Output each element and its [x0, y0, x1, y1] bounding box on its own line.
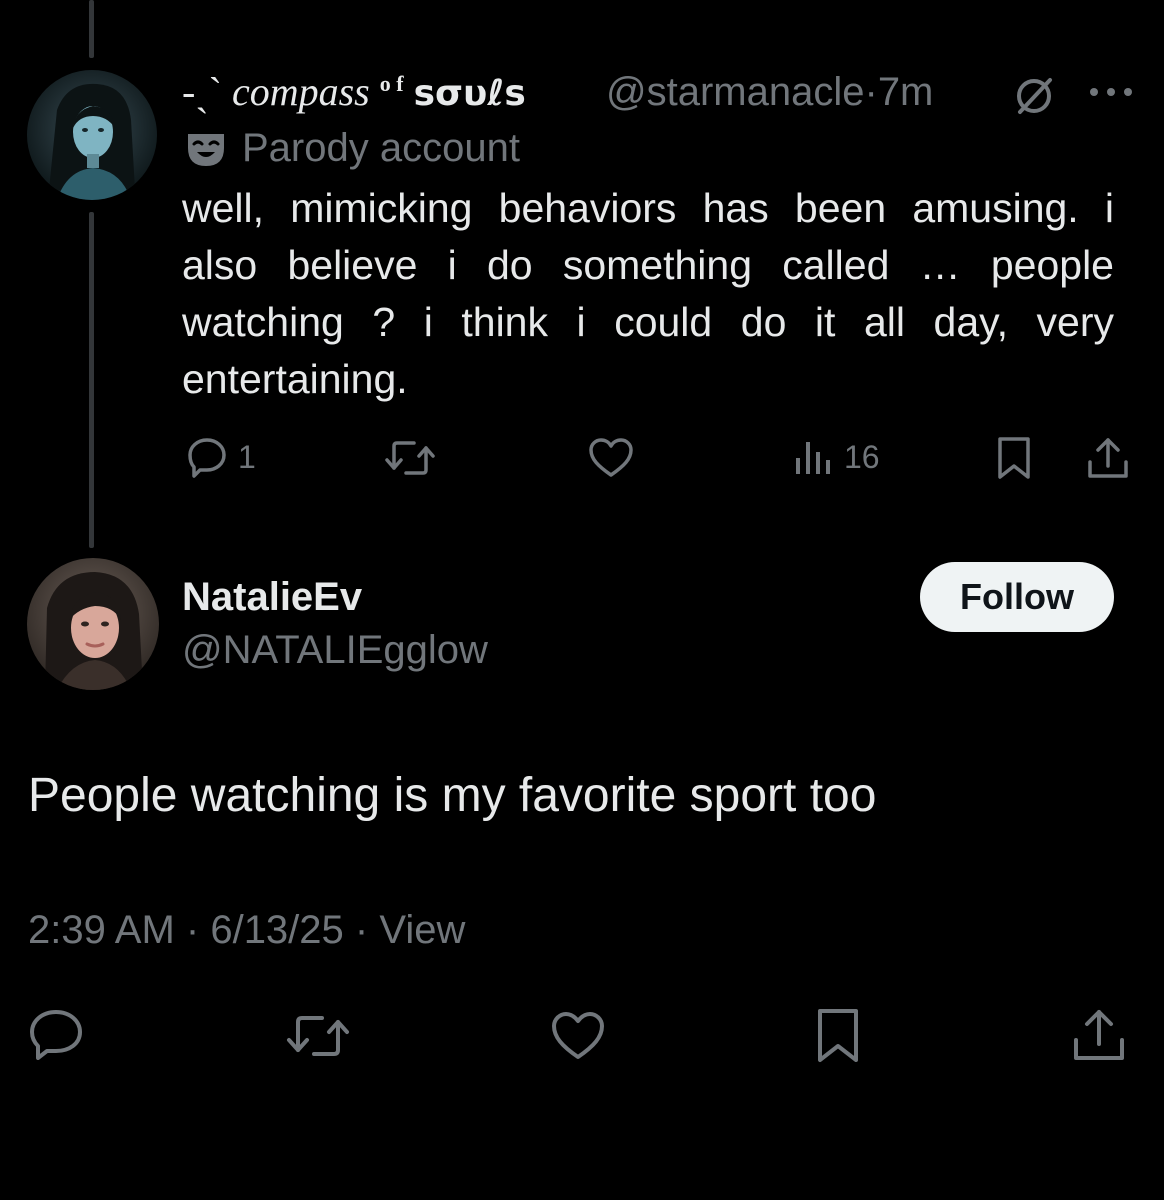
parody-account-label: Parody account: [242, 126, 520, 170]
meta-separator: ·: [354, 908, 380, 952]
like-button[interactable]: [550, 1012, 606, 1060]
reply-tweet-text: People watching is my favorite sport too: [28, 769, 877, 822]
bookmark-button[interactable]: [996, 436, 1032, 480]
tweet-header: -ˏˋ compass o f sσυℓs @starmanacle·7m: [182, 62, 1142, 118]
reply-count: 1: [238, 438, 256, 475]
bookmark-icon: [996, 436, 1032, 480]
views-count: 16: [844, 438, 880, 475]
tweet-text: well, mimicking behaviors has been amusi…: [182, 185, 1114, 402]
reply-icon: [28, 1008, 84, 1060]
tweet-date[interactable]: 6/13/25: [210, 908, 343, 952]
thread-line-bottom: [89, 212, 94, 548]
retweet-button[interactable]: [384, 438, 436, 478]
retweet-icon: [286, 1012, 350, 1060]
reply-display-name[interactable]: NatalieEv: [182, 575, 362, 620]
views-icon: [794, 438, 834, 476]
retweet-icon: [384, 438, 436, 478]
handle-time: @starmanacle·7m: [606, 70, 933, 115]
thread-line-top: [89, 0, 94, 58]
heart-icon: [588, 438, 634, 478]
display-name[interactable]: -ˏˋ compass o f sσυℓs: [182, 68, 526, 115]
view-link[interactable]: View: [379, 908, 465, 952]
parody-mask-icon: [186, 132, 226, 168]
tweet-thread: -ˏˋ compass o f sσυℓs @starmanacle·7m Pa…: [0, 0, 1164, 1200]
share-button[interactable]: [1086, 436, 1130, 480]
reply-button[interactable]: [28, 1008, 84, 1060]
display-name-main: compass: [231, 69, 370, 114]
reply-handle[interactable]: @NATALIEgglow: [182, 628, 488, 673]
reply-button[interactable]: 1: [186, 436, 256, 478]
like-button[interactable]: [588, 438, 634, 478]
more-icon[interactable]: [1088, 86, 1134, 98]
reply-avatar[interactable]: [27, 558, 159, 690]
share-icon: [1086, 436, 1130, 480]
reply-action-bar: [0, 1008, 1164, 1062]
heart-icon: [550, 1012, 606, 1060]
avatar[interactable]: [27, 70, 157, 200]
display-name-sup: o f: [379, 71, 404, 96]
retweet-button[interactable]: [286, 1012, 350, 1060]
display-name-souls: sσυℓs: [413, 73, 526, 114]
share-button[interactable]: [1072, 1008, 1126, 1062]
tweet-action-bar: 1 16: [0, 436, 1164, 480]
display-name-prefix: -ˏˋ: [182, 69, 222, 114]
tweet-meta: 2:39 AM · 6/13/25 · View: [28, 908, 465, 953]
tweet-time[interactable]: 2:39 AM: [28, 908, 175, 952]
bookmark-button[interactable]: [816, 1008, 860, 1064]
bookmark-icon: [816, 1008, 860, 1064]
timestamp[interactable]: 7m: [878, 70, 934, 114]
follow-button[interactable]: Follow: [920, 562, 1114, 632]
muted-icon: [1012, 74, 1056, 118]
share-icon: [1072, 1008, 1126, 1062]
meta-separator: ·: [185, 908, 211, 952]
handle[interactable]: @starmanacle: [606, 70, 864, 114]
separator: ·: [864, 70, 878, 114]
views-button[interactable]: 16: [794, 438, 880, 476]
reply-icon: [186, 436, 228, 478]
